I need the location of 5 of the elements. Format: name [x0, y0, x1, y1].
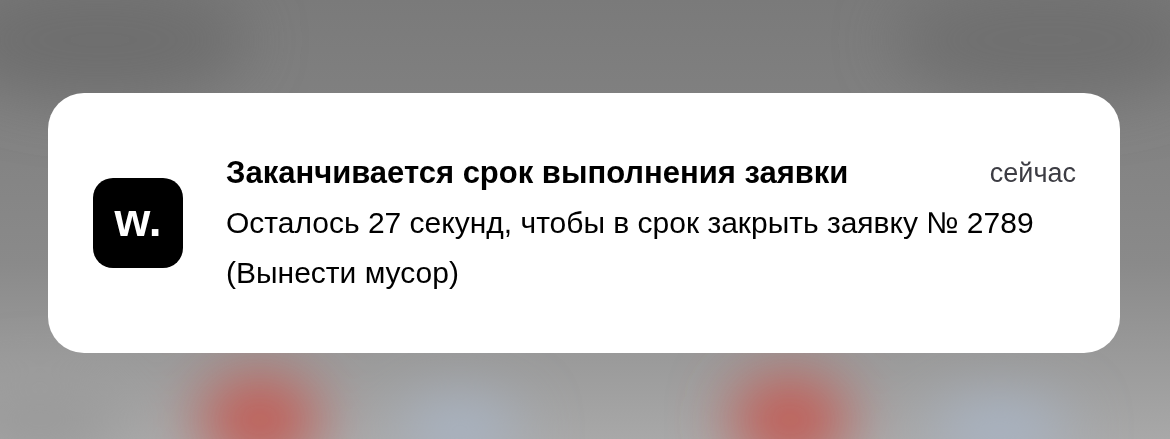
notification-body: Осталось 27 секунд, чтобы в срок закрыть заявку № 2789 (Вынести мусор)	[226, 205, 1035, 291]
notification-title: Заканчивается срок выполнения заявки	[226, 154, 850, 192]
notification-time: сейчас	[989, 157, 1076, 190]
notification-card[interactable]: w. Заканчивается срок выполнения заявки сейчас Осталось 27 секунд, чтобы в срок закрыть заявку № 2789 (Вынести мусор)	[48, 93, 1120, 353]
app-icon: w.	[93, 178, 183, 268]
